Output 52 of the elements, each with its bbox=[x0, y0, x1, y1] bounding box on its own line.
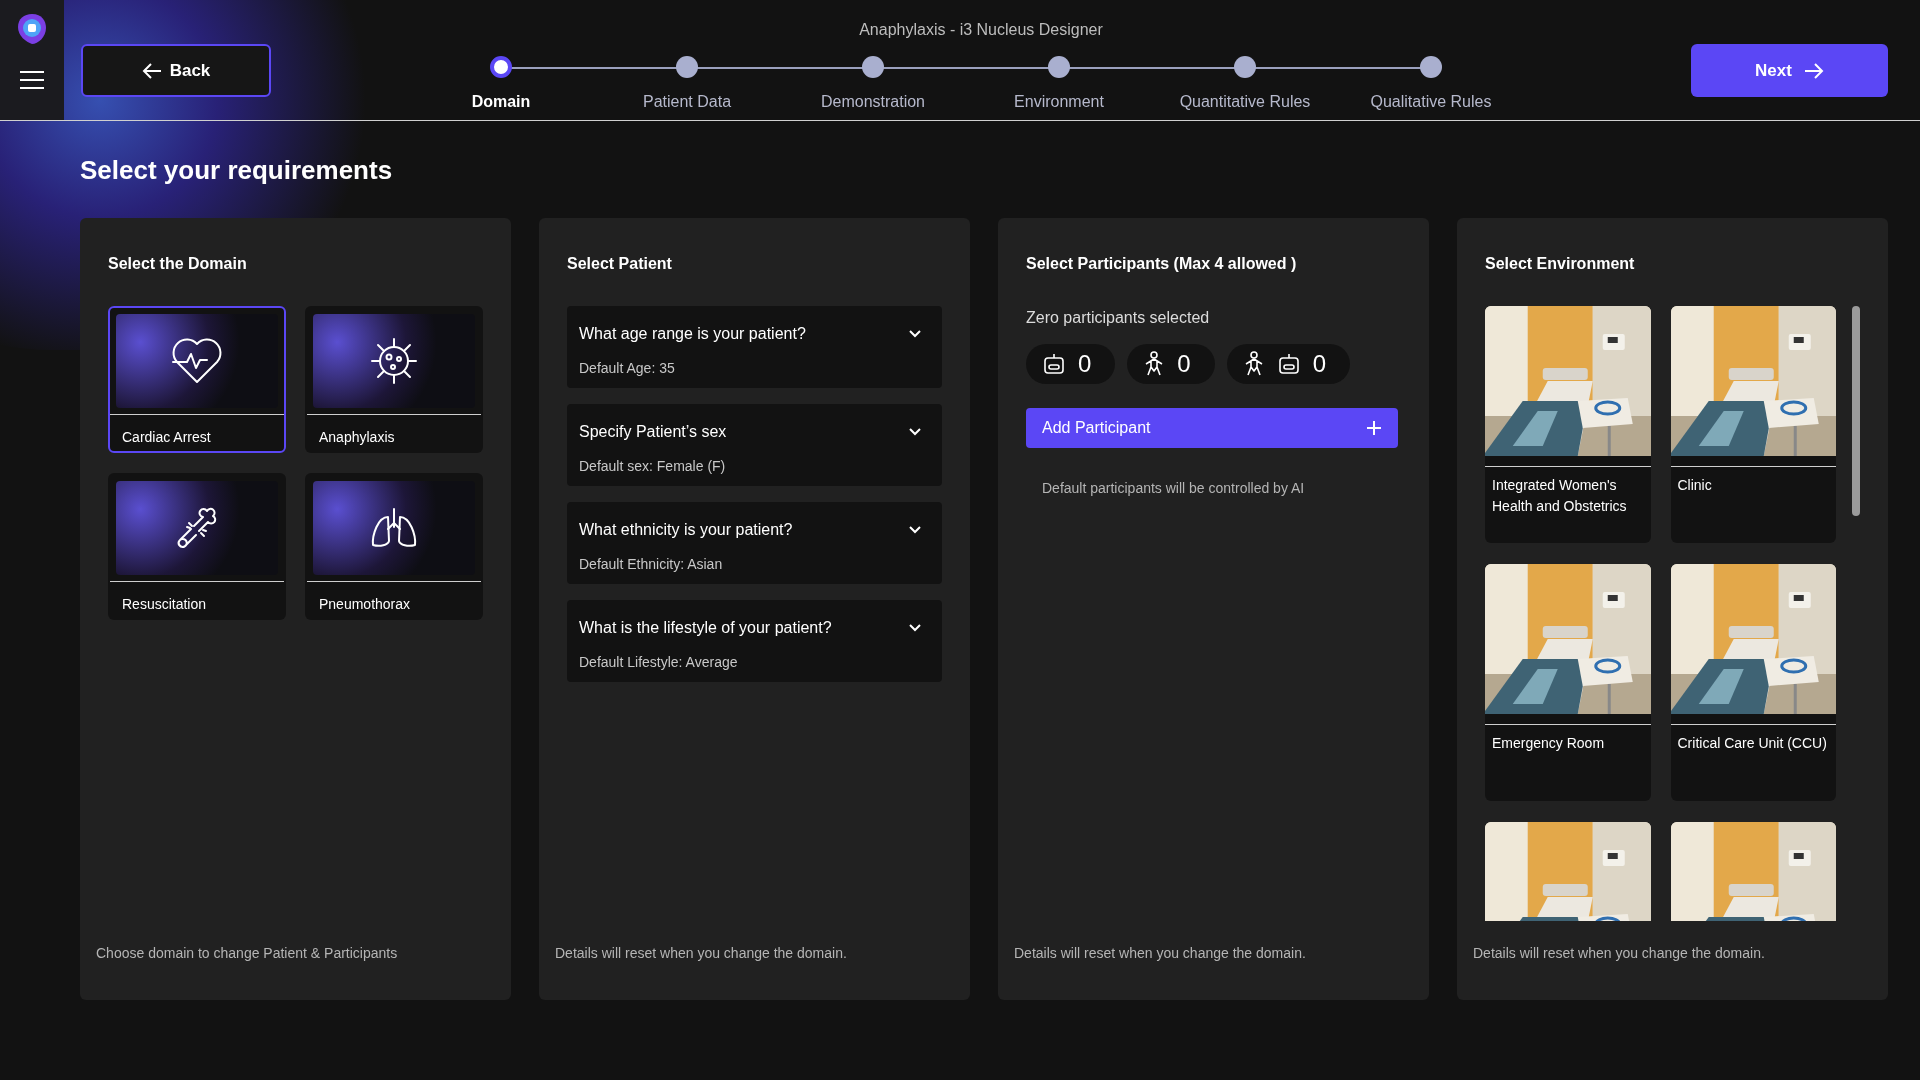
page-heading: Select your requirements bbox=[80, 154, 394, 187]
domain-card[interactable]: Anaphylaxis bbox=[305, 306, 483, 453]
count-value: 0 bbox=[1078, 349, 1092, 379]
domain-name: Anaphylaxis bbox=[318, 428, 396, 447]
domain-name: Resuscitation bbox=[121, 595, 208, 614]
panel-footer: Details will reset when you change the domain. bbox=[998, 943, 1429, 964]
default-value: Default Ethnicity: Asian bbox=[579, 555, 724, 574]
question-dropdown[interactable]: What is the lifestyle of your patient? Default Lifestyle: Average bbox=[567, 600, 942, 682]
participants-status: Zero participants selected bbox=[1026, 308, 1211, 328]
panel-title: Select Environment bbox=[1484, 254, 1636, 274]
participants-note: Default participants will be controlled by AI bbox=[1041, 479, 1306, 498]
question-text: What age range is your patient? bbox=[579, 324, 806, 344]
panel-title: Select the Domain bbox=[107, 254, 248, 274]
question-text: Specify Patient’s sex bbox=[579, 422, 727, 442]
environment-name: Integrated Women's Health and Obstetrics bbox=[1491, 476, 1628, 516]
domain-card[interactable]: Pneumothorax bbox=[305, 473, 483, 620]
domain-name: Cardiac Arrest bbox=[121, 428, 212, 447]
question-text: What is the lifestyle of your patient? bbox=[579, 618, 832, 638]
environment-card[interactable]: Critical Care Unit (CCU) bbox=[1670, 564, 1836, 801]
panel-title: Select Participants (Max 4 allowed ) bbox=[1025, 254, 1298, 274]
step-label[interactable]: Demonstration bbox=[820, 90, 925, 114]
question-dropdown[interactable]: What age range is your patient? Default Age: 35 bbox=[567, 306, 942, 388]
count-value: 0 bbox=[1177, 349, 1191, 379]
environment-card[interactable]: Emergency Room bbox=[1485, 564, 1651, 801]
panel-footer: Choose domain to change Patient & Participants bbox=[80, 943, 511, 964]
environment-card[interactable]: Integrated Women's Health and Obstetrics bbox=[1485, 306, 1651, 543]
environment-name: Emergency Room bbox=[1491, 734, 1606, 753]
step-label[interactable]: Domain bbox=[471, 90, 531, 114]
environment-card[interactable]: Clinic bbox=[1670, 306, 1836, 543]
step-label[interactable]: Quantitative Rules bbox=[1179, 90, 1311, 114]
question-dropdown[interactable]: What ethnicity is your patient? Default Ethnicity: Asian bbox=[567, 502, 942, 584]
window-title: Anaphylaxis - i3 Nucleus Designer bbox=[859, 20, 1103, 40]
step-label[interactable]: Qualitative Rules bbox=[1370, 90, 1492, 114]
step-label[interactable]: Environment bbox=[1014, 90, 1104, 114]
add-participant-button[interactable]: Add Participant bbox=[1026, 408, 1398, 448]
environment-name: Critical Care Unit (CCU) bbox=[1676, 734, 1828, 753]
count-value: 0 bbox=[1312, 349, 1327, 379]
default-value: Default Age: 35 bbox=[579, 359, 676, 378]
default-value: Default sex: Female (F) bbox=[579, 457, 727, 476]
panel-footer: Details will reset when you change the domain. bbox=[539, 943, 970, 964]
panel-footer: Details will reset when you change the domain. bbox=[1457, 943, 1888, 964]
step-label[interactable]: Patient Data bbox=[642, 90, 732, 114]
panel-title: Select Patient bbox=[566, 254, 673, 274]
domain-name: Pneumothorax bbox=[318, 595, 412, 614]
question-text: What ethnicity is your patient? bbox=[579, 520, 793, 540]
back-button[interactable]: Back bbox=[81, 44, 271, 97]
domain-card[interactable]: Resuscitation bbox=[108, 473, 286, 620]
next-button[interactable]: Next bbox=[1691, 44, 1888, 97]
environment-name: Clinic bbox=[1676, 476, 1713, 495]
question-dropdown[interactable]: Specify Patient’s sex Default sex: Female (F) bbox=[567, 404, 942, 486]
domain-card[interactable]: Cardiac Arrest bbox=[108, 306, 286, 453]
default-value: Default Lifestyle: Average bbox=[579, 653, 739, 672]
